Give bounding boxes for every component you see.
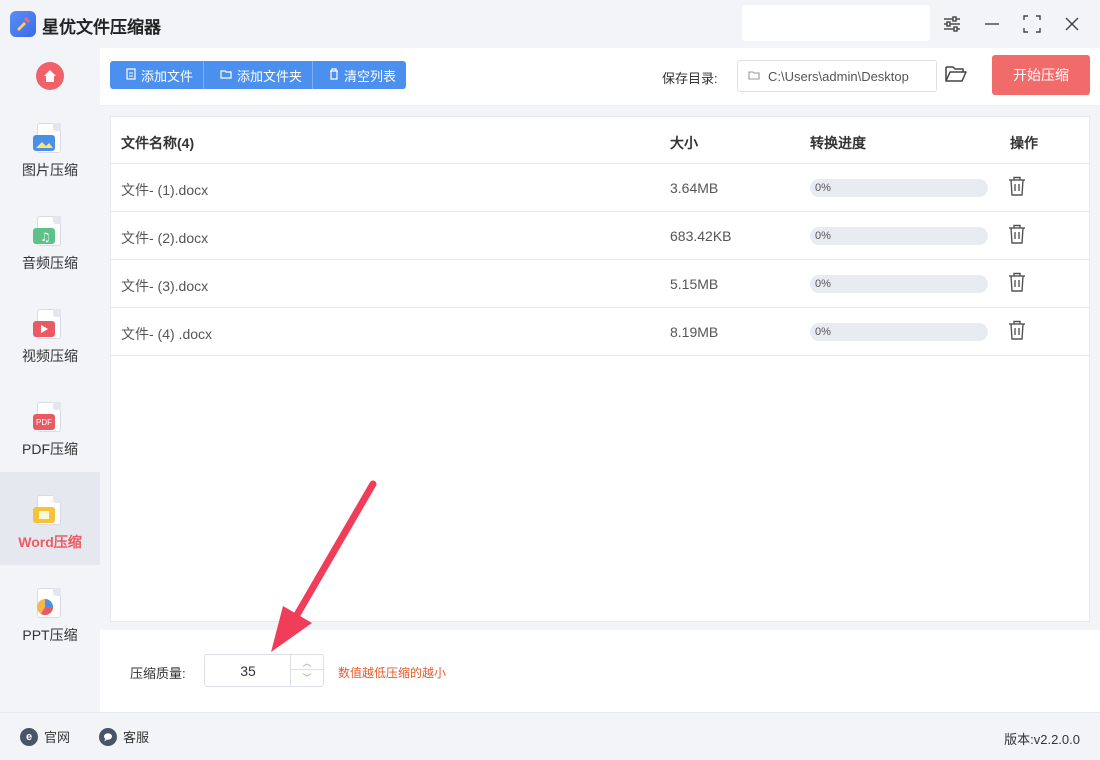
file-table: 文件名称(4) 大小 转换进度 操作 文件- (1).docx 3.64MB 0… <box>110 116 1090 622</box>
delete-icon[interactable] <box>1008 224 1028 246</box>
sidebar-item-label: 视频压缩 <box>22 348 78 364</box>
pdf-badge: PDF <box>33 414 55 430</box>
website-label: 官网 <box>44 730 71 745</box>
save-directory-label: 保存目录: <box>662 71 718 86</box>
sidebar-item-video[interactable]: 视频压缩 <box>0 286 100 379</box>
folder-icon <box>220 69 232 82</box>
progress-text: 0% <box>815 326 831 338</box>
file-size: 683.42KB <box>670 228 732 244</box>
pdf-icon: PDF <box>33 402 65 436</box>
add-folder-label: 添加文件夹 <box>237 68 303 84</box>
file-name: 文件- (4) .docx <box>121 326 213 342</box>
file-name: 文件- (1).docx <box>121 182 209 198</box>
progress-bar: 0% <box>810 227 988 245</box>
sidebar-item-label: Word压缩 <box>18 534 82 550</box>
quality-stepper[interactable]: 35 ︿ ﹀ <box>204 654 324 687</box>
delete-icon[interactable] <box>1008 320 1028 342</box>
start-compress-button[interactable]: 开始压缩 <box>992 55 1090 95</box>
sidebar-item-ppt[interactable]: PPT压缩 <box>0 565 100 658</box>
audio-icon: ♫ <box>33 216 65 250</box>
svg-text:♫: ♫ <box>40 230 51 244</box>
table-header: 文件名称(4) 大小 转换进度 操作 <box>111 117 1089 164</box>
file-button-group: 添加文件 添加文件夹 清空列表 <box>110 61 407 89</box>
sidebar-item-label: 图片压缩 <box>22 162 78 178</box>
progress-bar: 0% <box>810 179 988 197</box>
support-label: 客服 <box>123 730 150 745</box>
file-name: 文件- (3).docx <box>121 278 209 294</box>
progress-text: 0% <box>815 182 831 194</box>
file-size: 5.15MB <box>670 276 719 292</box>
sidebar-item-pdf[interactable]: PDF PDF压缩 <box>0 379 100 472</box>
progress-bar: 0% <box>810 275 988 293</box>
chat-icon <box>99 727 117 746</box>
close-icon[interactable] <box>1060 12 1084 36</box>
image-icon <box>33 123 65 157</box>
delete-icon[interactable] <box>1008 176 1028 198</box>
sidebar-item-word[interactable]: Word压缩 <box>0 472 100 565</box>
file-size: 8.19MB <box>670 324 719 340</box>
column-name-header: 文件名称(4) <box>121 135 195 151</box>
save-path-input[interactable]: C:\Users\admin\Desktop <box>737 60 937 92</box>
progress-text: 0% <box>815 230 831 242</box>
open-folder-icon[interactable] <box>945 64 969 86</box>
table-row: 文件- (4) .docx 8.19MB 0% <box>111 308 1089 356</box>
website-icon: e <box>20 727 38 746</box>
add-folder-button[interactable]: 添加文件夹 <box>204 61 314 89</box>
quality-label: 压缩质量: <box>130 666 186 681</box>
table-row: 文件- (1).docx 3.64MB 0% <box>111 164 1089 212</box>
title-blank-field <box>742 5 930 41</box>
sidebar-item-label: PPT压缩 <box>22 627 78 643</box>
column-progress-header: 转换进度 <box>810 135 866 151</box>
sidebar-item-label: 音频压缩 <box>22 255 78 271</box>
column-size-header: 大小 <box>670 135 698 151</box>
app-title: 星优文件压缩器 <box>42 18 161 37</box>
app-logo-icon <box>10 11 36 37</box>
file-icon <box>126 67 136 83</box>
trash-icon <box>329 67 339 83</box>
version-text: 版本:v2.2.0.0 <box>1004 732 1080 747</box>
footer: e 官网 客服 版本:v2.2.0.0 <box>0 712 1100 760</box>
file-list-area: 文件名称(4) 大小 转换进度 操作 文件- (1).docx 3.64MB 0… <box>100 106 1100 630</box>
quality-hint: 数值越低压缩的越小 <box>338 666 447 680</box>
sidebar-item-image[interactable]: 图片压缩 <box>0 100 100 193</box>
clear-list-label: 清空列表 <box>344 68 397 84</box>
website-link[interactable]: e 官网 <box>20 727 70 746</box>
sidebar-item-audio[interactable]: ♫ 音频压缩 <box>0 193 100 286</box>
sidebar: 图片压缩 ♫ 音频压缩 视频压缩 PDF PDF压缩 Word压缩 PPT压缩 <box>0 48 100 712</box>
quality-value[interactable]: 35 <box>205 663 291 679</box>
stepper-controls: ︿ ﹀ <box>290 655 323 686</box>
save-path-value: C:\Users\admin\Desktop <box>768 68 909 84</box>
chevron-up-icon[interactable]: ︿ <box>291 655 323 670</box>
support-link[interactable]: 客服 <box>99 727 149 746</box>
video-icon <box>33 309 65 343</box>
table-row: 文件- (2).docx 683.42KB 0% <box>111 212 1089 260</box>
home-icon[interactable] <box>36 62 64 90</box>
word-icon <box>33 495 65 529</box>
sidebar-item-label: PDF压缩 <box>22 441 78 457</box>
add-file-button[interactable]: 添加文件 <box>110 61 205 89</box>
add-file-label: 添加文件 <box>141 68 194 84</box>
chevron-down-icon[interactable]: ﹀ <box>291 670 323 685</box>
settings-sliders-icon[interactable] <box>940 12 964 36</box>
column-action-header: 操作 <box>1010 135 1038 151</box>
table-row: 文件- (3).docx 5.15MB 0% <box>111 260 1089 308</box>
file-name: 文件- (2).docx <box>121 230 209 246</box>
file-size: 3.64MB <box>670 180 719 196</box>
compression-settings: 压缩质量: 35 ︿ ﹀ 数值越低压缩的越小 <box>100 630 1100 712</box>
progress-bar: 0% <box>810 323 988 341</box>
ppt-icon <box>35 588 65 622</box>
minimize-icon[interactable] <box>980 12 1004 36</box>
maximize-icon[interactable] <box>1020 12 1044 36</box>
title-bar: 星优文件压缩器 <box>0 0 1100 48</box>
clear-list-button[interactable]: 清空列表 <box>313 61 406 89</box>
toolbar: 添加文件 添加文件夹 清空列表 保存目录: C:\Users\admin\Des… <box>100 48 1100 106</box>
delete-icon[interactable] <box>1008 272 1028 294</box>
progress-text: 0% <box>815 278 831 290</box>
folder-outline-icon <box>748 69 760 83</box>
